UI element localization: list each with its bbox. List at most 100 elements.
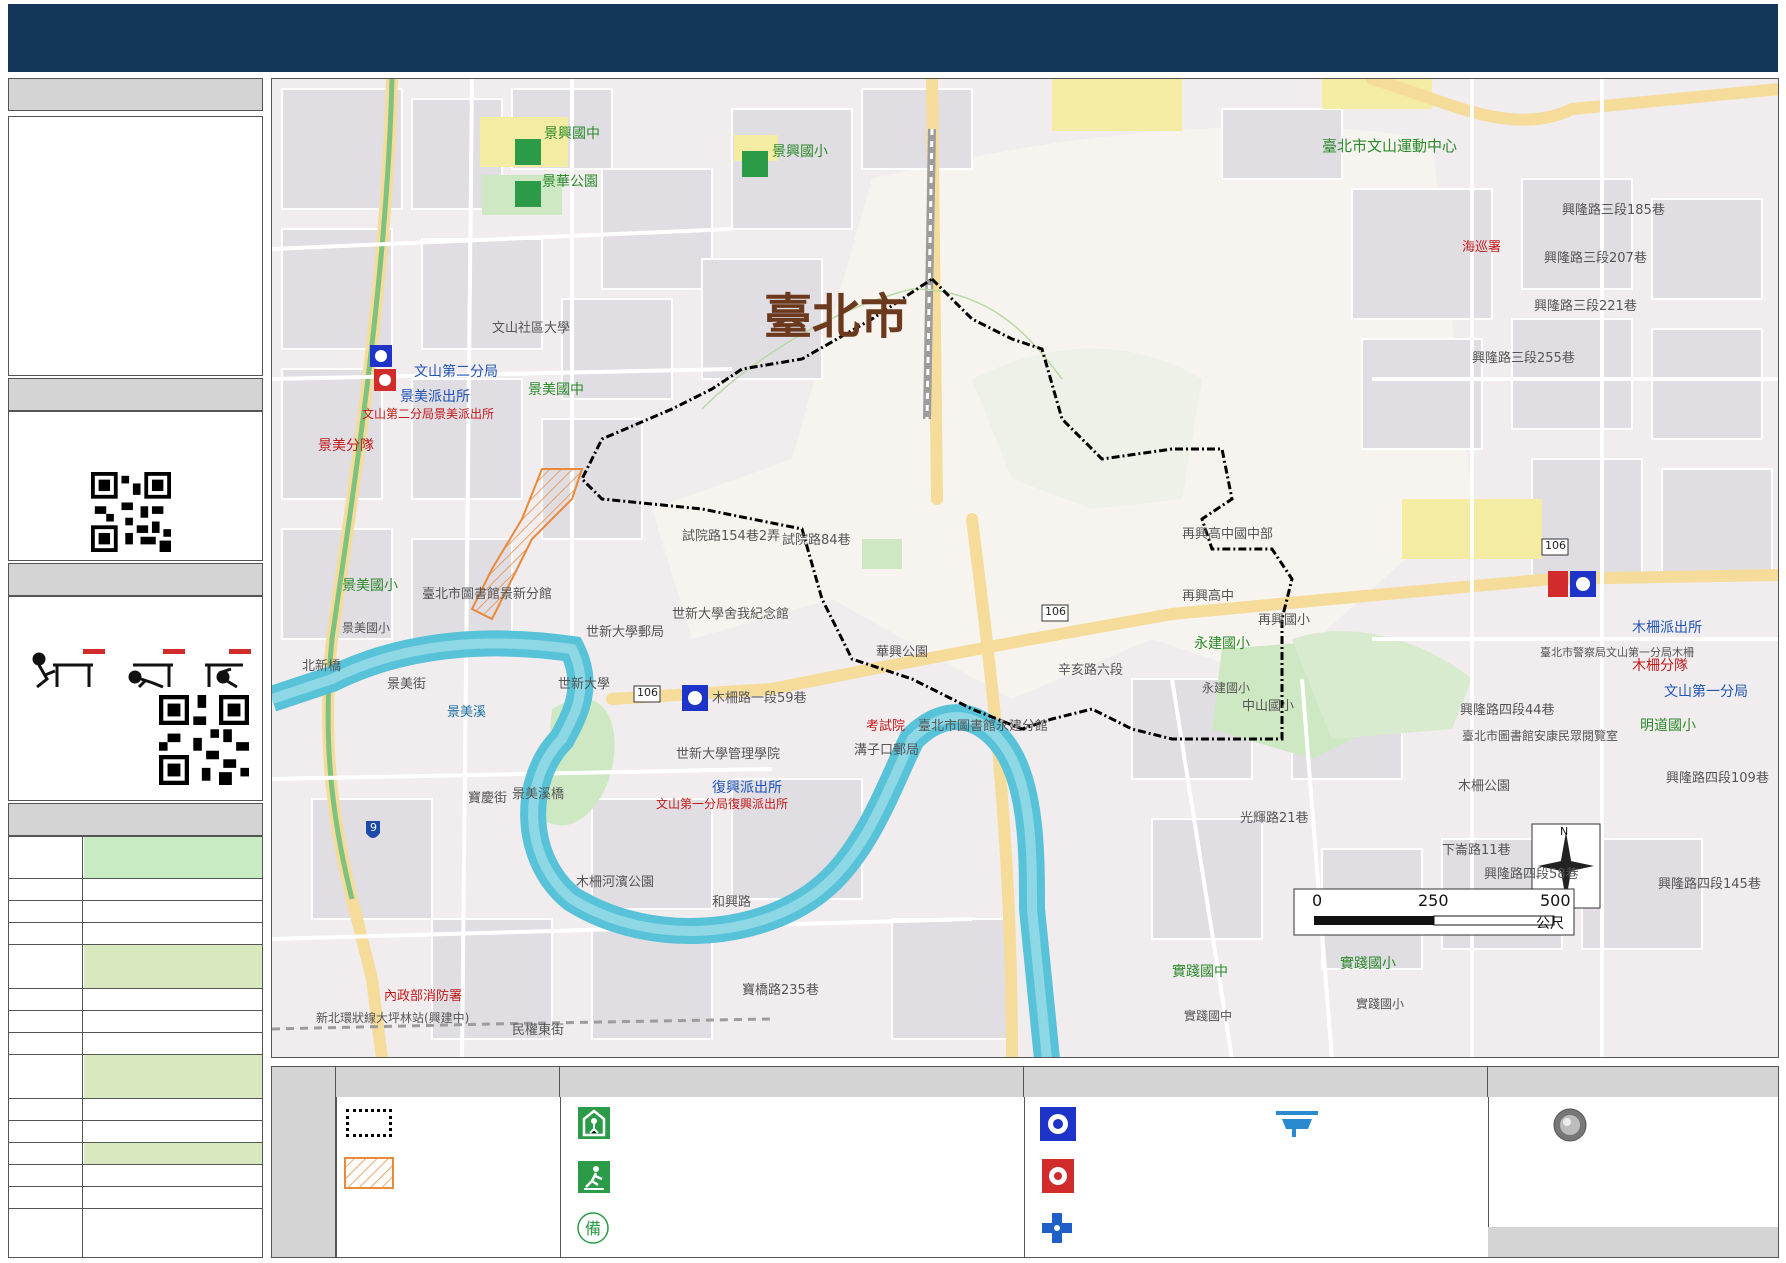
- map-label: 木柵公園: [1458, 779, 1511, 794]
- table-row: [9, 1033, 262, 1055]
- map-label: 臺北市圖書館景新分館: [422, 587, 553, 602]
- map-label: 106: [1545, 539, 1566, 552]
- compass-north: N: [1560, 825, 1569, 838]
- table-row: [9, 879, 262, 901]
- map-label: 興隆路三段207巷: [1544, 251, 1647, 266]
- map-label: 實踐國中: [1172, 964, 1228, 980]
- map-label: 寶橋路235巷: [742, 983, 819, 998]
- boundary-legend-icon: [346, 1109, 392, 1137]
- table-row: [9, 945, 262, 989]
- map-label: 景美溪: [447, 705, 487, 720]
- svg-text:備: 備: [585, 1219, 601, 1238]
- map-label: 興隆路三段185巷: [1562, 203, 1665, 218]
- legend-col-other: [1488, 1067, 1778, 1097]
- map-label: 木柵河濱公園: [576, 875, 655, 890]
- map-label: 和興路: [712, 895, 752, 910]
- map-label: 華興公園: [876, 645, 929, 660]
- map-label: 文山第二分局: [414, 364, 498, 380]
- table-row: [9, 1121, 262, 1143]
- map-label: 中山國小: [1242, 699, 1295, 714]
- map-label: 景興國中: [544, 126, 600, 142]
- map-label: 興隆路三段255巷: [1472, 351, 1575, 366]
- map-label: 景興國小: [772, 144, 828, 160]
- map-label: 試院路84巷: [782, 533, 851, 548]
- table-row: [9, 837, 262, 879]
- map-label: 興隆路三段221巷: [1534, 299, 1637, 314]
- map-canvas[interactable]: 臺北市 景興國中 景興國小 景華公園 臺北市文山運動中心 海巡署 興隆路三段18…: [271, 78, 1779, 1058]
- map-label: 再興高中: [1182, 589, 1235, 604]
- table-row: [9, 1165, 262, 1187]
- table-row: [9, 901, 262, 923]
- map-label: 辛亥路六段: [1058, 663, 1124, 678]
- scale-tick-250: 250: [1418, 891, 1449, 910]
- legend-col-boundary: [336, 1067, 560, 1097]
- map-label: 實踐國中: [1184, 1009, 1233, 1023]
- sidebar-header-1: [8, 78, 263, 111]
- shelter-indoor-icon: [578, 1107, 610, 1139]
- map-label: 考試院: [866, 719, 906, 734]
- map-label: 內政部消防署: [384, 989, 463, 1004]
- map-label: 木柵分隊: [1632, 658, 1688, 674]
- map-label: 興隆路四段145巷: [1658, 877, 1761, 892]
- scale-tick-0: 0: [1312, 891, 1323, 910]
- helicopter-icon: [1276, 1111, 1318, 1137]
- map-label: 文山社區大學: [492, 321, 571, 336]
- map-label: 海巡署: [1462, 240, 1502, 255]
- map-label: 世新大學管理學院: [676, 747, 781, 762]
- legend-col-emergency: [1024, 1067, 1488, 1097]
- map-label: 溝子口郵局: [854, 743, 920, 758]
- shelter-outdoor-icon: [578, 1161, 610, 1193]
- map-label: 106: [637, 686, 658, 699]
- map-label: 永建國小: [1202, 681, 1251, 695]
- qr-code-2[interactable]: [159, 695, 249, 785]
- map-label: 景美溪橋: [512, 787, 565, 802]
- map-label: 復興派出所: [712, 780, 782, 796]
- map-label: 民權東街: [512, 1023, 565, 1038]
- map-label: 興隆路四段109巷: [1666, 771, 1769, 786]
- map-label: 下崙路11巷: [1442, 843, 1511, 858]
- sidebar-header-4: [8, 803, 263, 836]
- table-row: [9, 1011, 262, 1033]
- map-label: 景美街: [387, 677, 427, 692]
- map-label: 臺北市圖書館永建分館: [918, 719, 1049, 734]
- map-label: 新北環狀線大坪林站(興建中): [316, 1011, 470, 1025]
- map-label: 實踐國小: [1340, 956, 1396, 972]
- table-row: [9, 923, 262, 945]
- legend-col-shelter: [560, 1067, 1024, 1097]
- map-label: 文山第一分局: [1664, 684, 1748, 700]
- map-label: 世新大學郵局: [586, 625, 665, 640]
- map-label: 再興國小: [1258, 613, 1311, 628]
- stockpile-icon: 備: [577, 1212, 609, 1244]
- map-label: 寶慶街: [468, 791, 508, 806]
- sidebar-qr-box: [8, 411, 263, 561]
- table-row: [9, 1055, 262, 1099]
- title-banner: [8, 4, 1778, 72]
- map-label: 木柵路一段59巷: [712, 691, 807, 706]
- city-label: 臺北市: [764, 289, 909, 345]
- legend-side-header: [272, 1067, 336, 1257]
- map-label: 景美派出所: [400, 389, 470, 405]
- qr-code-1[interactable]: [91, 472, 171, 552]
- sidebar-header-3: [8, 563, 263, 596]
- map-label: 再興高中國中部: [1182, 527, 1274, 542]
- map-label: 9: [370, 821, 377, 834]
- legend-panel: 備: [271, 1066, 1779, 1258]
- table-row: [9, 1187, 262, 1209]
- map-label: 木柵派出所: [1632, 620, 1702, 636]
- scale-unit: 公尺: [1536, 916, 1564, 932]
- sidebar-drill-box: [8, 596, 263, 801]
- hatch-legend-icon: [344, 1157, 394, 1189]
- table-row: [9, 1143, 262, 1165]
- map-label: 臺北市圖書館安康民眾閱覽室: [1462, 729, 1619, 743]
- map-label: 106: [1045, 605, 1066, 618]
- map-label: 臺北市文山運動中心: [1322, 137, 1458, 155]
- map-label: 試院路154巷2弄: [682, 529, 781, 544]
- police-icon: [1040, 1107, 1076, 1141]
- map-label: 文山第一分局復興派出所: [656, 797, 789, 811]
- table-row: [9, 1099, 262, 1121]
- map-label: 景美分隊: [318, 438, 374, 454]
- map-label: 興隆路四段58巷: [1484, 867, 1579, 882]
- sidebar-info-box: [8, 116, 263, 376]
- map-label: 永建國小: [1194, 636, 1250, 652]
- map-label: 景美國中: [528, 382, 584, 398]
